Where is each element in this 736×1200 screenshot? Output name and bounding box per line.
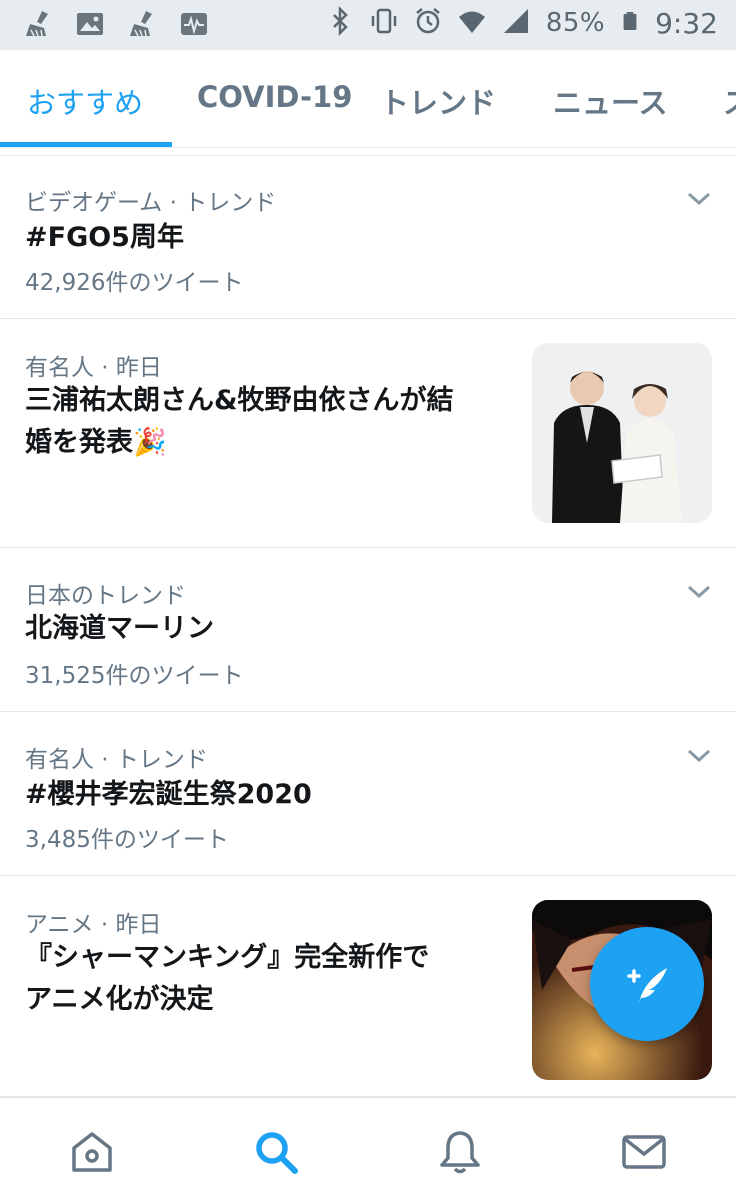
tab-covid19[interactable]: COVID-19: [197, 80, 352, 114]
alarm-icon: [414, 6, 442, 40]
news-title-line1: 三浦祐太朗さん&牧野由依さんが結: [25, 385, 454, 416]
broom-icon: [126, 8, 158, 44]
trend-context: 有名人 · トレンド: [25, 747, 208, 773]
news-thumbnail[interactable]: [532, 343, 712, 523]
trend-title: #FGO5周年: [25, 222, 184, 253]
image-icon: [74, 8, 106, 44]
battery-percent: 85%: [545, 8, 606, 38]
tweet-count: 31,525件のツイート: [25, 663, 244, 689]
trend-title: #櫻井孝宏誕生祭2020: [25, 779, 312, 810]
explore-tabs: おすすめ COVID-19 トレンド ニュース ス: [0, 50, 736, 148]
activity-icon: [178, 8, 210, 44]
tab-next-partial[interactable]: ス: [723, 80, 736, 122]
messages-envelope-icon[interactable]: [620, 1128, 668, 1176]
news-title-line2: 婚を発表🎉: [25, 427, 167, 458]
status-bar-notifications: [22, 8, 210, 44]
trend-title: 北海道マーリン: [25, 613, 214, 644]
wifi-icon: [458, 6, 486, 40]
tab-recommended[interactable]: おすすめ: [27, 80, 143, 122]
chevron-down-icon[interactable]: [686, 191, 712, 207]
search-icon[interactable]: [252, 1128, 300, 1176]
signal-icon: [502, 6, 530, 40]
news-context: 有名人 · 昨日: [25, 355, 162, 381]
tabs-divider: [0, 148, 736, 156]
news-title-line1: 『シャーマンキング』完全新作で: [25, 942, 430, 973]
news-title-line2: アニメ化が決定: [25, 984, 214, 1015]
trend-context: ビデオゲーム · トレンド: [25, 190, 277, 216]
news-item[interactable]: 有名人 · 昨日 三浦祐太朗さん&牧野由依さんが結 婚を発表🎉: [0, 319, 736, 548]
trend-item[interactable]: ビデオゲーム · トレンド #FGO5周年 42,926件のツイート: [0, 157, 736, 319]
trend-item[interactable]: 有名人 · トレンド #櫻井孝宏誕生祭2020 3,485件のツイート: [0, 712, 736, 876]
news-context: アニメ · 昨日: [25, 912, 162, 938]
bluetooth-icon: [326, 5, 354, 40]
home-icon[interactable]: [68, 1128, 116, 1176]
battery-icon: [621, 6, 639, 40]
clock: 9:32: [655, 6, 718, 40]
tab-news[interactable]: ニュース: [553, 80, 668, 122]
tab-trends[interactable]: トレンド: [380, 80, 496, 122]
vibrate-icon: [370, 6, 398, 40]
compose-tweet-button[interactable]: [590, 927, 704, 1041]
notifications-bell-icon[interactable]: [436, 1128, 484, 1176]
status-bar-system: 85% 9:32: [326, 5, 718, 40]
broom-icon: [22, 8, 54, 44]
chevron-down-icon[interactable]: [686, 584, 712, 600]
tweet-count: 42,926件のツイート: [25, 270, 244, 296]
trend-context: 日本のトレンド: [25, 583, 186, 609]
trend-item[interactable]: 日本のトレンド 北海道マーリン 31,525件のツイート: [0, 548, 736, 712]
tweet-count: 3,485件のツイート: [25, 827, 229, 853]
compose-tweet-icon: [627, 968, 667, 1002]
bottom-navigation: [0, 1097, 736, 1200]
status-bar: 85% 9:32: [0, 0, 736, 50]
chevron-down-icon[interactable]: [686, 748, 712, 764]
